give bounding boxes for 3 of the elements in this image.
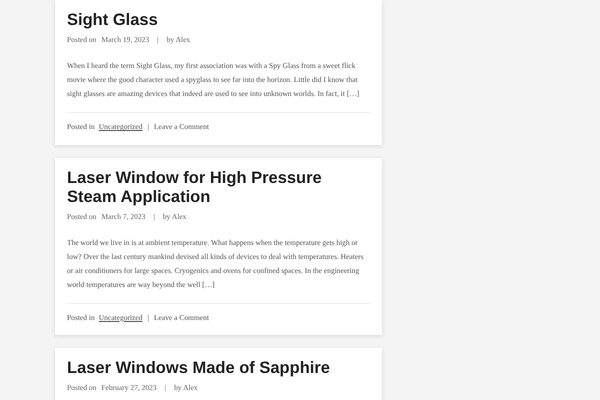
post-title[interactable]: Laser Windows Made of Sapphire xyxy=(67,359,370,378)
post-title[interactable]: Laser Window for High Pressure Steam Application xyxy=(67,168,370,206)
post-title[interactable]: Sight Glass xyxy=(67,11,370,30)
